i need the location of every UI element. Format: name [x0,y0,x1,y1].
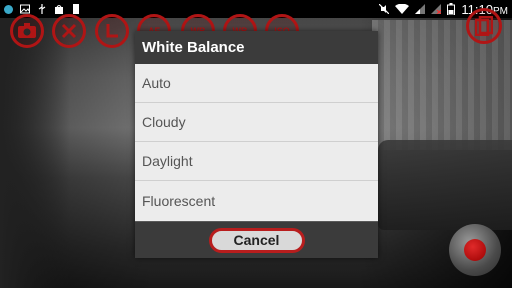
cancel-button[interactable]: Cancel [208,227,305,253]
preview-dark-edge [0,18,70,288]
dialog-title: White Balance [135,31,378,64]
camera-screen: 11:10PM AF WB WB ISO White Balance [0,0,512,288]
preview-couch [378,140,512,230]
gallery-button[interactable] [466,8,502,44]
option-cloudy[interactable]: Cloudy [135,103,378,142]
white-balance-options: Auto Cloudy Daylight Fluorescent [135,64,378,220]
option-daylight[interactable]: Daylight [135,142,378,181]
switch-camera-icon [18,23,36,38]
shutter-record-icon [464,239,486,261]
white-balance-dialog: White Balance Auto Cloudy Daylight Fluor… [135,31,378,258]
timer-button[interactable] [95,14,129,48]
dialog-footer: Cancel [135,221,378,258]
timer-icon [106,24,118,38]
switch-camera-button[interactable] [10,14,44,48]
flash-off-button[interactable] [52,14,86,48]
option-auto[interactable]: Auto [135,64,378,103]
shutter-button[interactable] [449,224,501,276]
option-fluorescent[interactable]: Fluorescent [135,181,378,220]
gallery-icon [475,16,493,36]
flash-off-icon [61,23,77,39]
